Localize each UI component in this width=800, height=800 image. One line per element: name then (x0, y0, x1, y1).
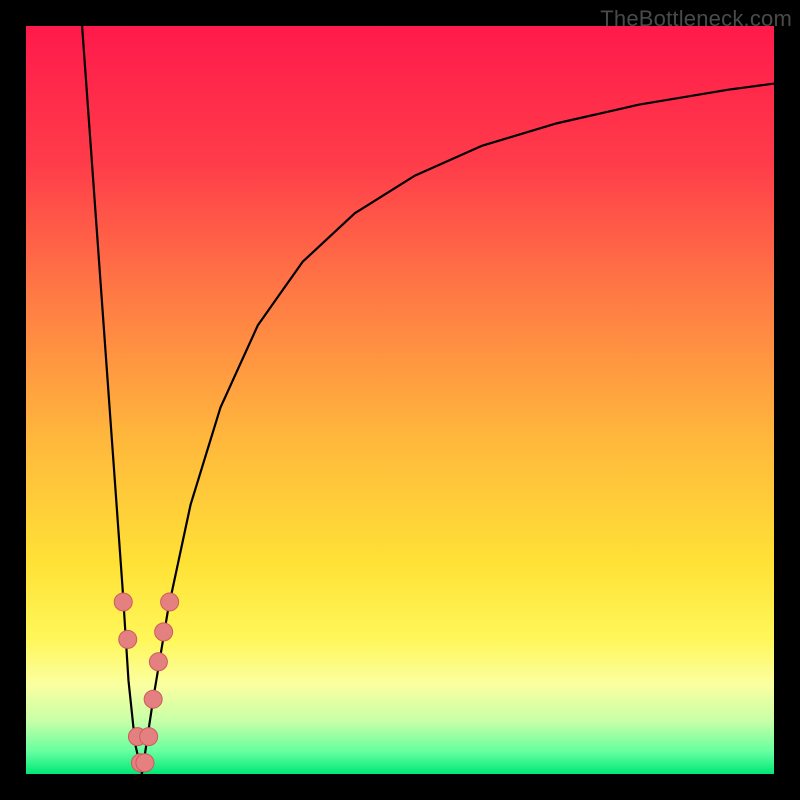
chart-svg (26, 26, 774, 774)
data-marker (140, 728, 158, 746)
data-marker (144, 690, 162, 708)
watermark-text: TheBottleneck.com (600, 6, 792, 32)
data-marker (136, 754, 154, 772)
data-marker (155, 623, 173, 641)
chart-frame (26, 26, 774, 774)
data-marker (149, 653, 167, 671)
data-marker (114, 593, 132, 611)
data-marker (161, 593, 179, 611)
chart-background (26, 26, 774, 774)
data-marker (119, 630, 137, 648)
